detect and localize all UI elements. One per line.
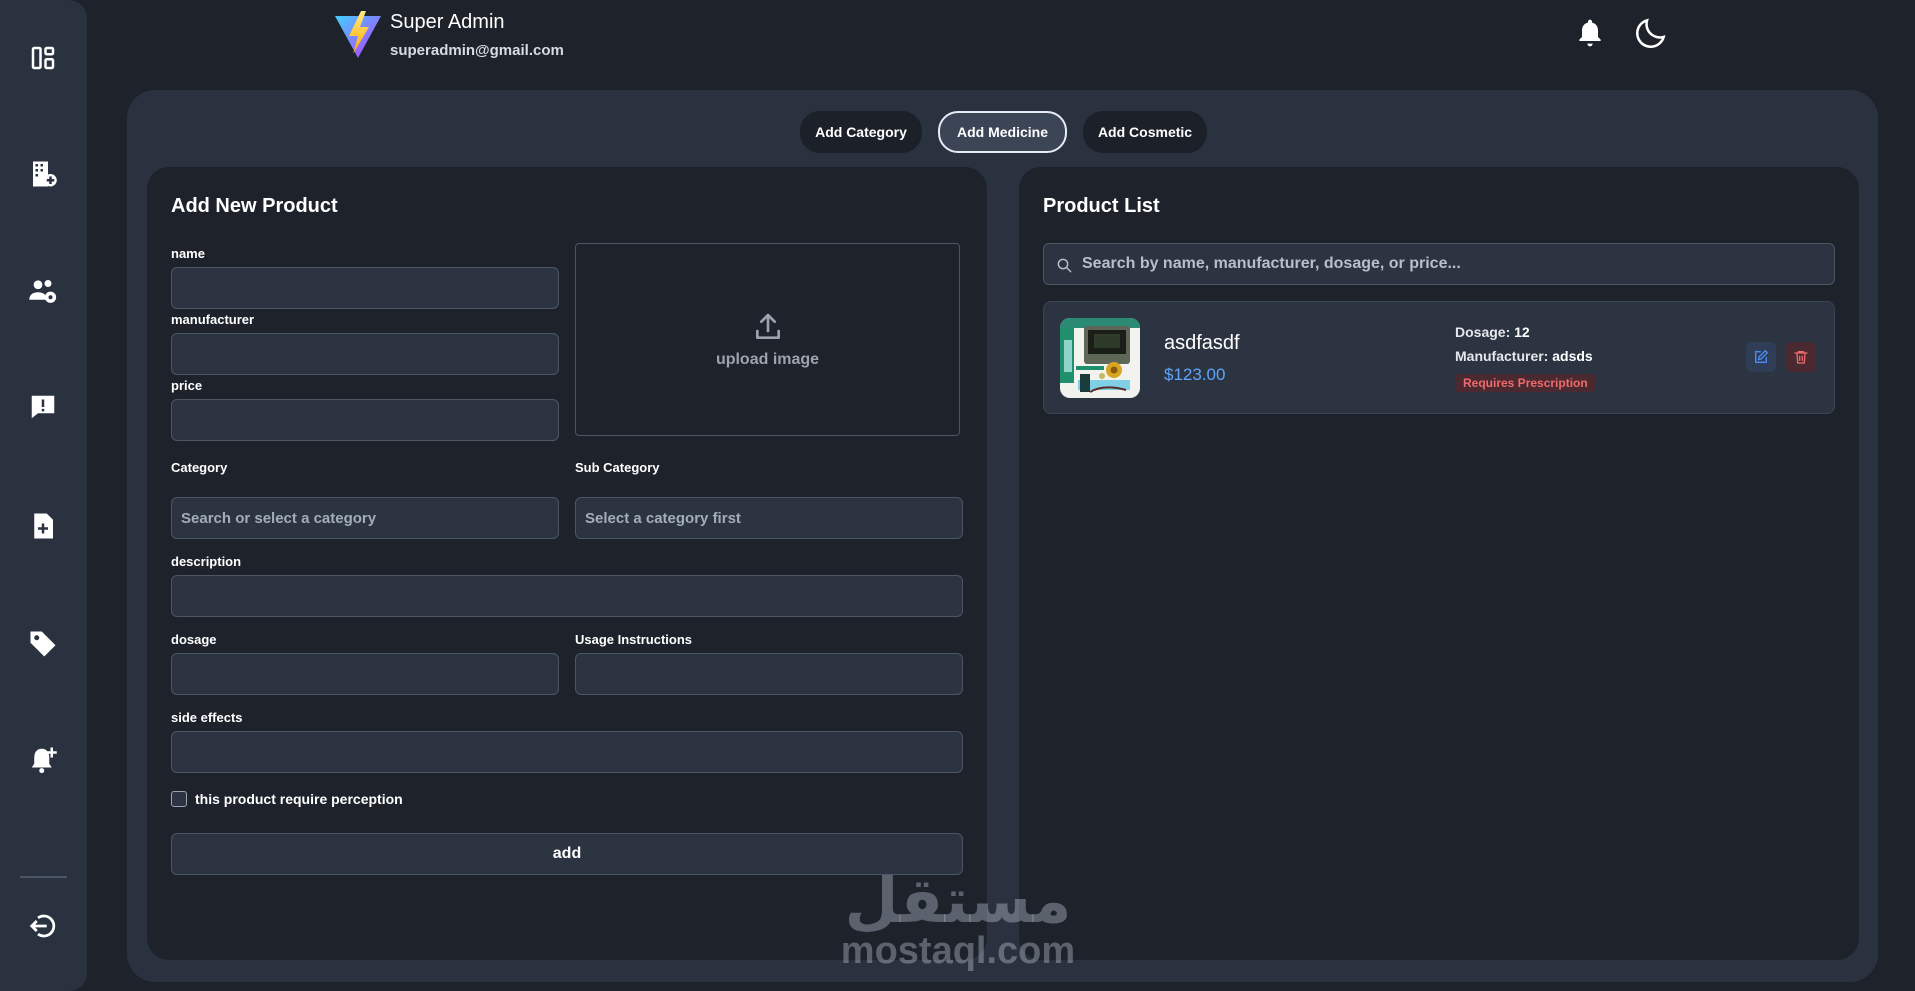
watermark-latin: mostaql.com (840, 930, 1076, 972)
name-label: name (171, 246, 205, 261)
dosage-input[interactable] (171, 653, 559, 695)
description-input[interactable] (171, 575, 963, 617)
bell-icon[interactable] (1574, 16, 1606, 50)
sidebar (0, 0, 87, 991)
tab-add-medicine[interactable]: Add Medicine (938, 111, 1067, 153)
prescription-checkbox-label: this product require perception (195, 791, 403, 807)
moon-icon[interactable] (1632, 14, 1670, 52)
upload-icon (755, 313, 780, 339)
prescription-badge: Requires Prescription (1455, 374, 1596, 392)
tag-icon[interactable] (26, 627, 60, 661)
subcategory-label: Sub Category (575, 460, 660, 475)
watermark: مستقل mostaql.com (838, 864, 1078, 972)
dosage-label: dosage (171, 632, 217, 647)
product-list-card (1019, 167, 1859, 960)
category-label: Category (171, 460, 228, 475)
product-search-input[interactable] (1082, 244, 1827, 284)
description-label: description (171, 554, 242, 569)
watermark-arabic: مستقل (844, 864, 1072, 937)
edit-icon (1755, 350, 1768, 363)
product-name: asdfasdf (1164, 332, 1240, 354)
price-label: price (171, 378, 203, 393)
dashboard-icon[interactable] (26, 41, 60, 75)
product-thumbnail (1060, 318, 1140, 398)
user-name: Super Admin (390, 11, 505, 33)
message-alert-icon[interactable] (26, 390, 60, 424)
prescription-checkbox[interactable] (171, 791, 187, 807)
app-logo (335, 11, 381, 58)
manufacturer-key: Manufacturer: (1455, 348, 1549, 364)
trash-icon (1794, 351, 1808, 364)
delete-product-button[interactable] (1786, 342, 1816, 372)
tab-add-cosmetic[interactable]: Add Cosmetic (1083, 111, 1207, 153)
product-price: $123.00 (1164, 365, 1226, 384)
user-email: superadmin@gmail.com (390, 42, 564, 59)
product-list-title: Product List (1043, 195, 1160, 217)
usage-instructions-label: Usage Instructions (575, 632, 693, 647)
upload-image-label: upload image (715, 350, 820, 368)
manufacturer-label: manufacturer (171, 312, 255, 327)
search-icon (1057, 258, 1072, 273)
product-list-item[interactable]: asdfasdf $123.00 Dosage: 12 Manufacturer… (1043, 301, 1835, 414)
sidebar-divider (20, 876, 67, 878)
name-input[interactable] (171, 267, 559, 309)
tab-add-category[interactable]: Add Category (800, 111, 922, 153)
logout-icon[interactable] (26, 909, 60, 943)
manufacturer-value: adsds (1552, 348, 1593, 364)
usage-instructions-input[interactable] (575, 653, 963, 695)
users-settings-icon[interactable] (26, 274, 60, 308)
edit-product-button[interactable] (1746, 342, 1776, 372)
subcategory-select[interactable] (575, 497, 963, 539)
product-dosage: Dosage: 12 (1455, 324, 1530, 340)
product-manufacturer: Manufacturer: adsds (1455, 348, 1593, 364)
add-notification-icon[interactable] (26, 743, 60, 777)
dosage-value: 12 (1514, 324, 1530, 340)
price-input[interactable] (171, 399, 559, 441)
product-search (1043, 243, 1835, 285)
pharmacy-building-icon[interactable] (26, 157, 60, 191)
side-effects-label: side effects (171, 710, 243, 725)
side-effects-input[interactable] (171, 731, 963, 773)
add-document-icon[interactable] (26, 509, 60, 543)
category-select[interactable] (171, 497, 559, 539)
add-product-title: Add New Product (171, 195, 338, 217)
upload-image-dropzone[interactable]: upload image (575, 243, 960, 436)
manufacturer-input[interactable] (171, 333, 559, 375)
dosage-key: Dosage: (1455, 324, 1511, 340)
